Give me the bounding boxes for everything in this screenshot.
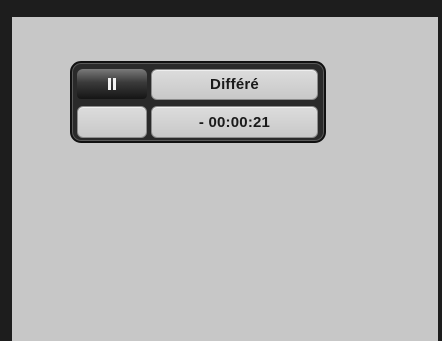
pause-icon xyxy=(108,78,116,90)
blank-indicator xyxy=(77,106,147,138)
tv-frame: Différé - 00:00:21 xyxy=(0,0,442,341)
pause-button[interactable] xyxy=(77,69,147,99)
playback-mode-label: Différé xyxy=(210,76,259,93)
playback-osd: Différé - 00:00:21 xyxy=(70,61,326,143)
time-offset-display: - 00:00:21 xyxy=(151,106,318,138)
playback-mode-display: Différé xyxy=(151,69,318,100)
time-offset-label: - 00:00:21 xyxy=(198,113,271,131)
